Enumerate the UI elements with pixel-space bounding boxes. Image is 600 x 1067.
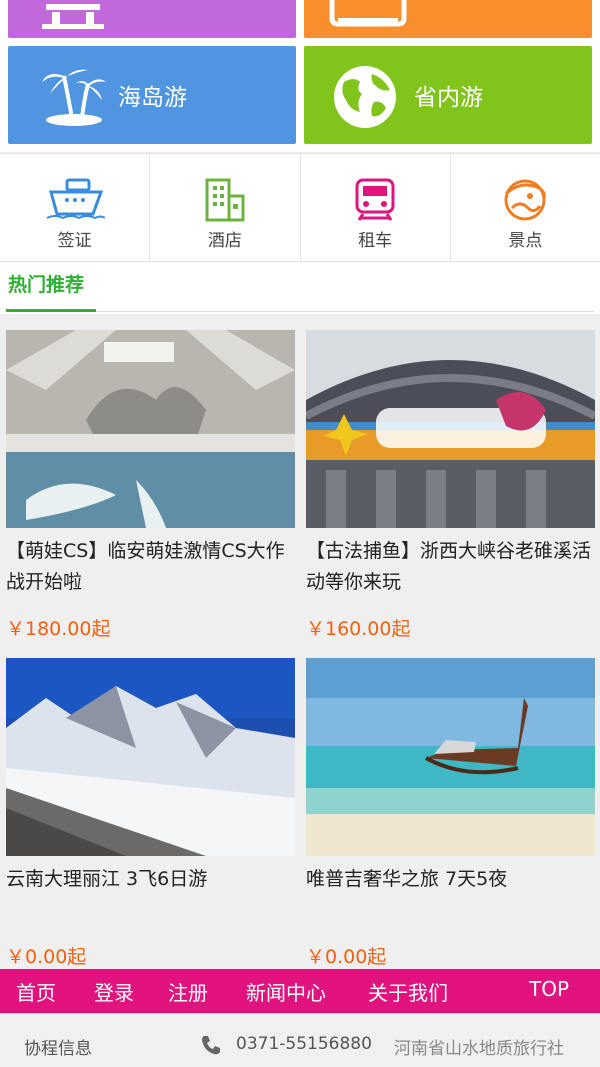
product-price: ￥160.00起 [306, 618, 411, 640]
nav-home[interactable]: 首页 [16, 977, 56, 1006]
product-price: ￥0.00起 [6, 946, 87, 968]
temple-icon [42, 4, 104, 29]
bottom-nav: 首页 登录 注册 新闻中心 关于我们 TOP [0, 969, 600, 1013]
palm-island-icon [42, 69, 106, 126]
quick-link-label: 景点 [508, 231, 543, 251]
category-tile-1[interactable] [8, 0, 296, 38]
category-tile-2[interactable] [304, 0, 592, 38]
footer-phone[interactable]: 0371-55156880 [236, 1034, 372, 1054]
product-name: 唯普吉奢华之旅 7天5夜 [306, 868, 508, 890]
section-underline [6, 309, 96, 312]
quick-link-car-rental[interactable]: 租车 [301, 154, 451, 261]
back-to-top-button[interactable]: TOP [529, 977, 569, 1001]
bus-icon [329, 0, 407, 27]
nav-about[interactable]: 关于我们 [368, 977, 448, 1006]
quick-link-hotel[interactable]: 酒店 [150, 154, 301, 261]
quick-link-scenic[interactable]: 景点 [451, 154, 600, 261]
category-label-province: 省内游 [414, 85, 483, 111]
nav-login[interactable]: 登录 [94, 977, 134, 1006]
phone-icon [202, 1036, 220, 1055]
product-card[interactable]: 唯普吉奢华之旅 7天5夜 ￥0.00起 [306, 658, 596, 969]
section-title: 热门推荐 [8, 274, 85, 296]
nav-news[interactable]: 新闻中心 [246, 977, 326, 1006]
product-price: ￥0.00起 [306, 946, 387, 968]
footer: 协程信息 0371-55156880 河南省山水地质旅行社 [0, 1013, 600, 1067]
quick-link-label: 租车 [358, 231, 393, 251]
category-tiles: 海岛游 省内游 [0, 0, 600, 152]
quick-links: 签证 酒店 租车 景点 [0, 153, 600, 262]
globe-icon [334, 66, 396, 128]
product-card[interactable]: 云南大理丽江 3飞6日游 ￥0.00起 [6, 658, 296, 969]
product-name: 云南大理丽江 3飞6日游 [6, 868, 208, 890]
scenic-icon [504, 179, 547, 221]
product-card[interactable]: 【萌娃CS】临安萌娃激情CS大作战开始啦 ￥180.00起 [6, 330, 296, 641]
footer-brand: 协程信息 [24, 1039, 92, 1059]
product-card[interactable]: 【古法捕鱼】浙西大峡谷老碓溪活动等你来玩 ￥160.00起 [306, 330, 596, 641]
product-name: 【古法捕鱼】浙西大峡谷老碓溪活动等你来玩 [306, 540, 592, 593]
category-tile-province[interactable]: 省内游 [304, 46, 592, 144]
category-tile-island[interactable]: 海岛游 [8, 46, 296, 144]
product-grid: 【萌娃CS】临安萌娃激情CS大作战开始啦 ￥180.00起 【古法捕鱼】浙西大峡… [0, 314, 600, 969]
quick-link-label: 签证 [57, 231, 92, 251]
building-icon [205, 178, 245, 222]
product-name: 【萌娃CS】临安萌娃激情CS大作战开始啦 [6, 540, 285, 593]
train-icon [355, 178, 395, 221]
footer-company: 河南省山水地质旅行社 [394, 1039, 564, 1059]
quick-link-visa[interactable]: 签证 [0, 154, 151, 261]
product-image [306, 330, 595, 528]
product-price: ￥180.00起 [6, 618, 111, 640]
quick-link-label: 酒店 [207, 231, 242, 251]
category-label-island: 海岛游 [118, 85, 187, 111]
product-image [6, 658, 295, 856]
product-image [6, 330, 295, 528]
hot-recommend-header: 热门推荐 [0, 262, 600, 314]
product-image [306, 658, 595, 856]
ship-icon [46, 178, 105, 220]
nav-register[interactable]: 注册 [168, 977, 208, 1006]
